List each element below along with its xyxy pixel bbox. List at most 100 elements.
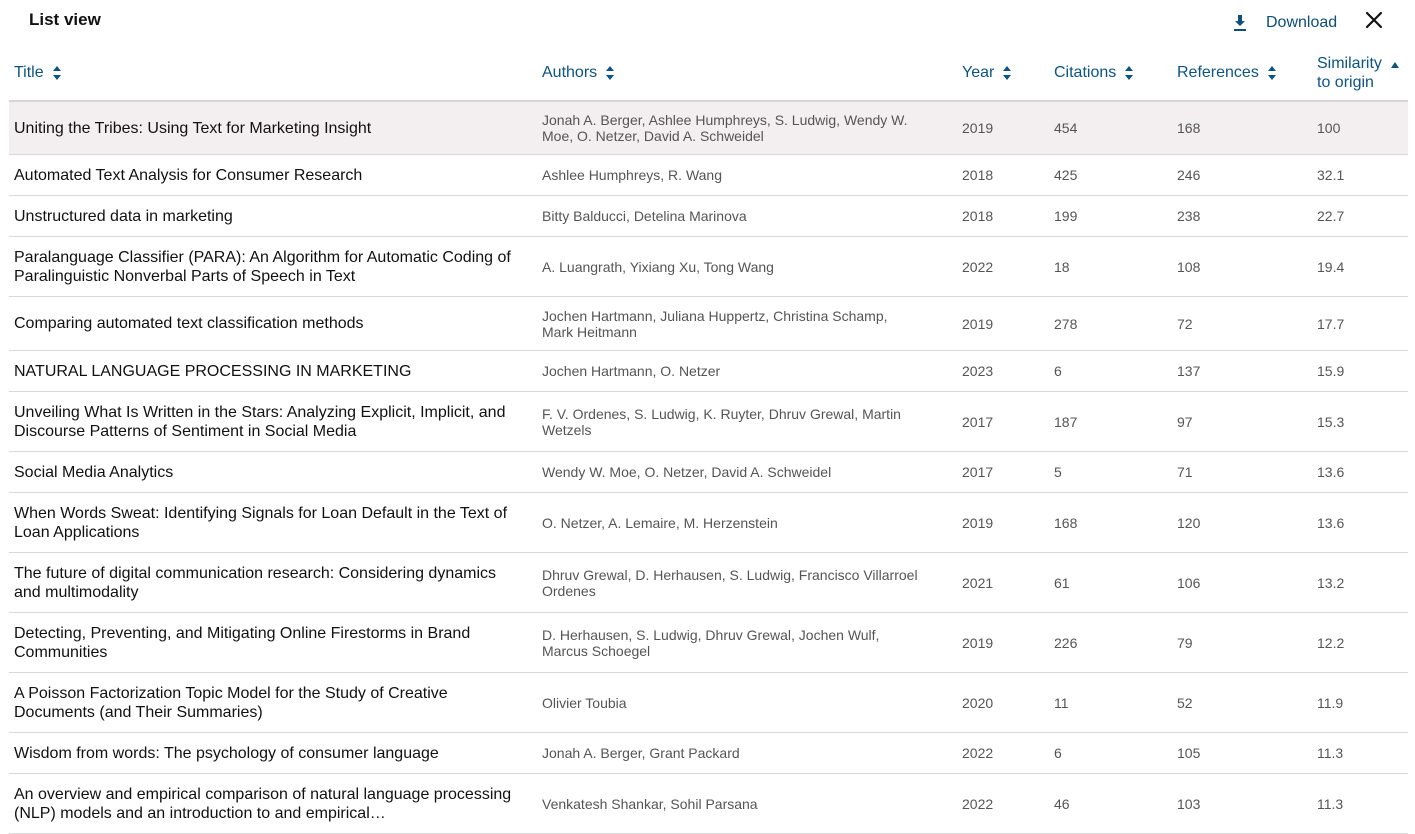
column-references-label: References	[1177, 64, 1259, 81]
cell-year: 2022	[962, 774, 993, 833]
column-similarity-label-line2: to origin	[1317, 74, 1374, 91]
top-bar: List view Download	[0, 0, 1415, 44]
column-header-authors[interactable]: Authors	[542, 46, 615, 100]
table-row[interactable]: Automated Text Analysis for Consumer Res…	[9, 155, 1408, 196]
cell-year-text: 2023	[962, 363, 994, 379]
table-row[interactable]: A Poisson Factorization Topic Model for …	[9, 673, 1408, 733]
cell-citations-text: 46	[1054, 795, 1070, 812]
cell-similarity-text: 32.1	[1317, 167, 1345, 183]
cell-similarity: 11.9	[1317, 673, 1343, 732]
cell-citations: 11	[1054, 673, 1069, 732]
sort-icon	[1125, 66, 1134, 80]
cell-year-text: 2019	[962, 120, 994, 136]
cell-citations-text: 168	[1054, 514, 1078, 531]
cell-title: A Poisson Factorization Topic Model for …	[14, 673, 514, 732]
cell-references: 168	[1177, 102, 1200, 154]
cell-year: 2022	[962, 733, 993, 773]
cell-authors-text: Bitty Balducci, Detelina Marinova	[542, 208, 747, 224]
cell-references-text: 120	[1177, 514, 1201, 531]
column-header-similarity[interactable]: Similarity to origin	[1317, 46, 1400, 100]
cell-similarity-text: 13.6	[1317, 514, 1345, 531]
close-icon[interactable]	[1364, 10, 1384, 30]
sort-icon	[606, 66, 615, 80]
cell-references: 238	[1177, 196, 1200, 236]
cell-citations-text: 226	[1054, 634, 1078, 651]
table-row[interactable]: Comparing automated text classification …	[9, 297, 1408, 351]
column-header-title[interactable]: Title	[14, 46, 62, 100]
cell-title: Social Media Analytics	[14, 452, 514, 492]
cell-title: An overview and empirical comparison of …	[14, 774, 514, 833]
cell-title: Automated Text Analysis for Consumer Res…	[14, 155, 514, 195]
cell-authors: D. Herhausen, S. Ludwig, Dhruv Grewal, J…	[542, 613, 922, 672]
results-table: Title Authors Year Citations References …	[9, 46, 1408, 834]
cell-citations-text: 199	[1054, 208, 1078, 224]
column-citations-label: Citations	[1054, 64, 1117, 81]
cell-references: 72	[1177, 297, 1193, 350]
cell-references: 79	[1177, 613, 1193, 672]
cell-title: Paralanguage Classifier (PARA): An Algor…	[14, 237, 514, 296]
cell-year-text: 2018	[962, 167, 994, 183]
cell-title: The future of digital communication rese…	[14, 553, 514, 612]
cell-similarity-text: 12.2	[1317, 634, 1345, 651]
cell-authors: Olivier Toubia	[542, 673, 922, 732]
cell-authors-text: Ashlee Humphreys, R. Wang	[542, 167, 722, 183]
cell-similarity: 17.7	[1317, 297, 1344, 350]
cell-title: Wisdom from words: The psychology of con…	[14, 733, 514, 773]
cell-citations-text: 278	[1054, 315, 1078, 332]
table-row[interactable]: Detecting, Preventing, and Mitigating On…	[9, 613, 1408, 673]
cell-citations-text: 11	[1054, 694, 1069, 711]
cell-citations-text: 454	[1054, 120, 1078, 136]
cell-title-text: Social Media Analytics	[14, 463, 174, 481]
cell-year: 2018	[962, 155, 993, 195]
table-row[interactable]: The future of digital communication rese…	[9, 553, 1408, 613]
table-row[interactable]: Unstructured data in marketing Bitty Bald…	[9, 196, 1408, 237]
cell-authors-text: Jochen Hartmann, O. Netzer	[542, 363, 721, 379]
cell-citations-text: 18	[1054, 258, 1070, 275]
cell-citations: 226	[1054, 613, 1077, 672]
cell-year-text: 2022	[962, 745, 994, 761]
cell-title-text: Automated Text Analysis for Consumer Res…	[14, 166, 363, 184]
cell-citations: 168	[1054, 493, 1077, 552]
table-row[interactable]: When Words Sweat: Identifying Signals fo…	[9, 493, 1408, 553]
cell-references: 105	[1177, 733, 1200, 773]
cell-authors-text: Jonah A. Berger, Grant Packard	[542, 745, 740, 761]
table-row[interactable]: Paralanguage Classifier (PARA): An Algor…	[9, 237, 1408, 297]
sort-icon	[1267, 66, 1276, 80]
table-row[interactable]: Wisdom from words: The psychology of con…	[9, 733, 1408, 774]
cell-year: 2019	[962, 297, 993, 350]
column-header-year[interactable]: Year	[962, 46, 1012, 100]
cell-similarity: 15.3	[1317, 392, 1344, 451]
cell-year: 2017	[962, 392, 993, 451]
cell-year-text: 2020	[962, 694, 994, 711]
table-row[interactable]: Unveiling What Is Written in the Stars: …	[9, 392, 1408, 452]
cell-title-text: Wisdom from words: The psychology of con…	[14, 744, 439, 762]
cell-references-text: 106	[1177, 574, 1201, 591]
cell-title-text: Unveiling What Is Written in the Stars: …	[14, 403, 506, 440]
cell-references-text: 72	[1177, 315, 1193, 332]
cell-similarity: 19.4	[1317, 237, 1344, 296]
cell-references-text: 105	[1177, 745, 1201, 761]
cell-authors: Jonah A. Berger, Grant Packard	[542, 733, 922, 773]
cell-similarity: 22.7	[1317, 196, 1344, 236]
cell-year: 2022	[962, 237, 993, 296]
column-header-citations[interactable]: Citations	[1054, 46, 1134, 100]
cell-title: Unveiling What Is Written in the Stars: …	[14, 392, 514, 451]
table-header: Title Authors Year Citations References …	[9, 46, 1408, 102]
download-button[interactable]: Download	[1232, 14, 1337, 32]
cell-references: 71	[1177, 452, 1193, 492]
cell-citations-text: 6	[1054, 363, 1062, 379]
cell-year: 2020	[962, 673, 993, 732]
cell-year-text: 2021	[962, 574, 994, 591]
table-row[interactable]: Uniting the Tribes: Using Text for Marke…	[9, 102, 1408, 155]
cell-references: 97	[1177, 392, 1193, 451]
cell-title-text: A Poisson Factorization Topic Model for …	[14, 684, 448, 721]
table-row[interactable]: Social Media Analytics Wendy W. Moe, O. N…	[9, 452, 1408, 493]
column-header-references[interactable]: References	[1177, 46, 1277, 100]
cell-references-text: 246	[1177, 167, 1201, 183]
table-row[interactable]: NATURAL LANGUAGE PROCESSING IN MARKETING…	[9, 351, 1408, 392]
sort-icon	[1003, 66, 1012, 80]
cell-year: 2023	[962, 351, 993, 391]
download-icon	[1234, 15, 1246, 31]
cell-title: Uniting the Tribes: Using Text for Marke…	[14, 102, 514, 154]
table-row[interactable]: An overview and empirical comparison of …	[9, 774, 1408, 834]
